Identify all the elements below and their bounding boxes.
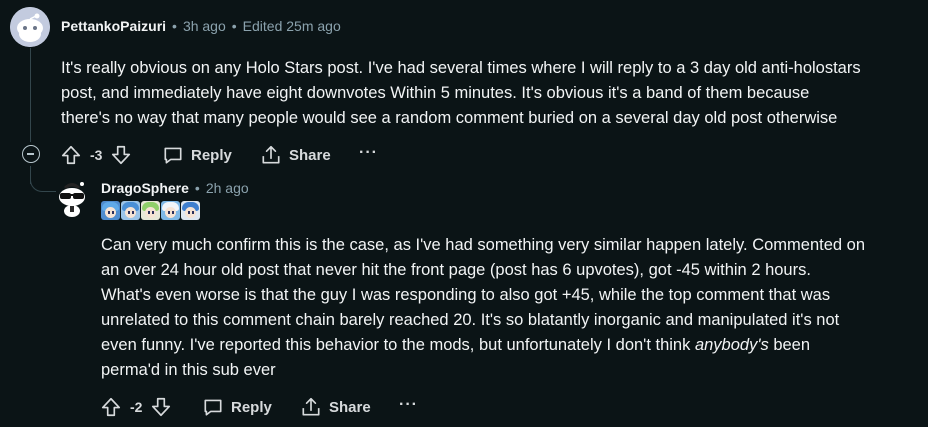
white-hair-emote-icon [161, 201, 180, 220]
user-flair [101, 201, 200, 220]
comment-body: It's really obvious on any Holo Stars po… [61, 56, 861, 131]
downvote-icon [152, 397, 171, 417]
comment-body-text: been [768, 336, 811, 354]
thread-line[interactable] [30, 48, 31, 142]
blue-hair-emote-icon [121, 201, 140, 220]
share-label: Share [329, 398, 371, 416]
share-button[interactable]: Share [260, 144, 331, 166]
blue-hair-emote-icon [181, 201, 200, 220]
green-hair-emote-icon [141, 201, 160, 220]
share-icon [262, 145, 280, 164]
comment-body-line: even funny. I've reported this behavior … [101, 333, 865, 358]
more-options-button[interactable]: ··· [359, 144, 378, 162]
upvote-icon [61, 145, 81, 165]
snoo-avatar-icon [10, 7, 50, 47]
comment-bubble-icon [164, 147, 182, 164]
comment-body-line: an over 24 hour old post that never hit … [101, 261, 811, 279]
comment-body-line: perma'd in this sub ever [101, 361, 276, 379]
username[interactable]: PettankoPaizuri [61, 18, 166, 34]
meta-separator: • [172, 18, 177, 34]
thread-branch [30, 166, 56, 192]
vote-score: -3 [90, 147, 103, 163]
comment-body-line: Can very much confirm this is the case, … [101, 236, 866, 254]
comment-bubble-icon [204, 399, 222, 416]
share-label: Share [289, 146, 331, 164]
reply-label: Reply [191, 146, 232, 164]
collapse-button[interactable] [22, 145, 40, 163]
comment-body-line: there's no way that many people would se… [61, 109, 838, 127]
username[interactable]: DragoSphere [101, 180, 189, 196]
reply-button[interactable]: Reply [162, 144, 232, 166]
comment-body-emphasis: anybody's [694, 336, 769, 354]
vote-group: -2 [100, 396, 172, 418]
timestamp[interactable]: 3h ago [183, 18, 226, 34]
reply-label: Reply [231, 398, 272, 416]
blue-hair-emote-icon [101, 201, 120, 220]
timestamp[interactable]: 2h ago [206, 180, 249, 196]
edited-label: Edited 25m ago [242, 18, 341, 34]
vote-group: -3 [60, 144, 132, 166]
avatar[interactable] [55, 180, 89, 218]
comment-body-line: unrelated to this comment chain barely r… [101, 311, 840, 329]
avatar[interactable] [10, 7, 50, 47]
comment-header: PettankoPaizuri • 3h ago • Edited 25m ag… [61, 18, 341, 34]
share-icon [302, 397, 320, 416]
snoo-sunglasses-avatar-icon [59, 182, 85, 217]
meta-separator: • [194, 180, 200, 196]
comment-body-text: even funny. I've reported this behavior … [101, 336, 691, 354]
comment-body-line: post, and immediately have eight downvot… [61, 84, 810, 102]
downvote-button[interactable] [150, 396, 172, 418]
comment-body: Can very much confirm this is the case, … [101, 233, 865, 383]
share-button[interactable]: Share [300, 396, 371, 418]
comment-body-line: It's really obvious on any Holo Stars po… [61, 59, 861, 77]
meta-separator: • [231, 18, 237, 34]
upvote-button[interactable] [100, 396, 122, 418]
more-options-button[interactable]: ··· [399, 396, 418, 414]
downvote-icon [112, 145, 131, 165]
vote-score: -2 [130, 399, 143, 415]
upvote-button[interactable] [60, 144, 82, 166]
downvote-button[interactable] [110, 144, 132, 166]
comment-header: DragoSphere • 2h ago [101, 180, 249, 196]
comment-body-line: What's even worse is that the guy I was … [101, 286, 831, 304]
upvote-icon [101, 397, 121, 417]
reply-button[interactable]: Reply [202, 396, 272, 418]
